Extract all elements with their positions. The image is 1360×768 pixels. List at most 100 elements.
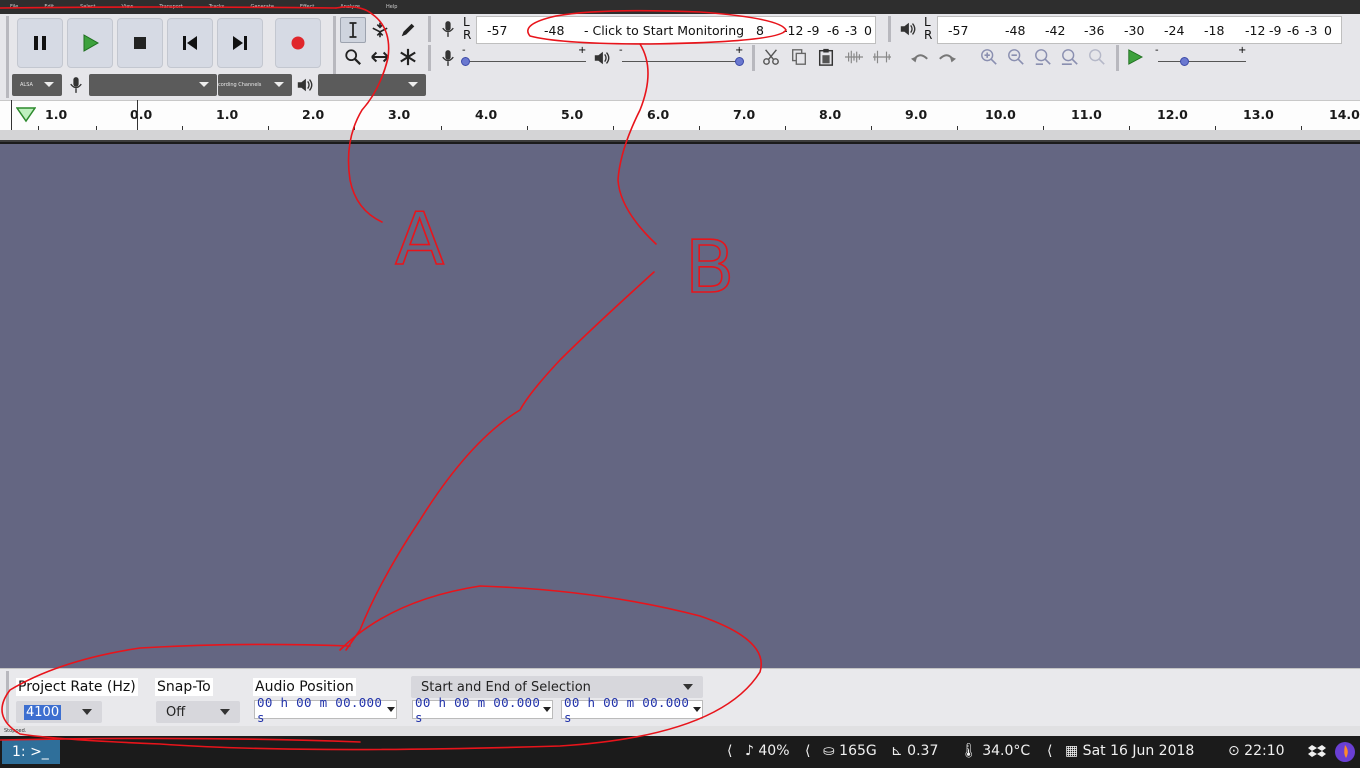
redo-button[interactable] bbox=[934, 44, 960, 70]
playback-meter-grip[interactable] bbox=[888, 16, 891, 42]
menu-generate[interactable]: Generate bbox=[251, 4, 274, 10]
paste-button[interactable] bbox=[813, 44, 839, 70]
menu-select[interactable]: Select bbox=[80, 4, 95, 10]
fit-project-button[interactable] bbox=[1057, 44, 1083, 70]
snap-to-select[interactable]: Off bbox=[156, 701, 240, 723]
recording-volume-thumb[interactable] bbox=[461, 57, 470, 66]
speaker-slider-min: - bbox=[619, 45, 623, 56]
zoom-toggle-button[interactable] bbox=[1084, 44, 1110, 70]
disk-indicator[interactable]: ⛀ 165G bbox=[823, 743, 877, 759]
chevron-left-icon: ⟨ bbox=[805, 743, 811, 759]
envelope-tool[interactable] bbox=[367, 17, 393, 43]
play-at-speed-grip[interactable] bbox=[1116, 45, 1119, 71]
meter-tick: -3 bbox=[845, 23, 858, 38]
play-speed-thumb[interactable] bbox=[1180, 57, 1189, 66]
play-at-speed-button[interactable] bbox=[1122, 44, 1148, 70]
start-monitoring-text[interactable]: - Click to Start Monitoring bbox=[584, 23, 744, 38]
tools-toolbar-grip[interactable] bbox=[333, 16, 336, 74]
multi-tool[interactable] bbox=[395, 44, 421, 70]
project-rate-select[interactable]: 4100 bbox=[16, 701, 102, 723]
meter-tick: -57 bbox=[487, 23, 508, 38]
menu-help[interactable]: Help bbox=[386, 4, 397, 10]
play-head-triangle-icon[interactable] bbox=[16, 107, 36, 123]
app-tray-icon[interactable] bbox=[1334, 741, 1356, 763]
selection-end-format-arrow[interactable] bbox=[692, 701, 702, 718]
playback-meter[interactable]: -57 -48 -42 -36 -30 -24 -18 -12 -9 -6 -3… bbox=[937, 16, 1342, 44]
zoom-out-button[interactable] bbox=[1003, 44, 1029, 70]
meter-tick: 8 bbox=[756, 23, 764, 38]
undo-icon bbox=[911, 54, 928, 63]
draw-tool[interactable] bbox=[395, 17, 421, 43]
workspace-button[interactable]: 1: >_ bbox=[2, 740, 60, 764]
fit-selection-button[interactable] bbox=[1030, 44, 1056, 70]
zoom-in-button[interactable] bbox=[976, 44, 1002, 70]
menu-edit[interactable]: Edit bbox=[44, 4, 54, 10]
recording-meter[interactable]: -57 -48 - Click to Start Monitoring 8 -1… bbox=[476, 16, 876, 44]
menu-effect[interactable]: Effect bbox=[300, 4, 314, 10]
selection-mode-value: Start and End of Selection bbox=[421, 679, 591, 695]
project-rate-value[interactable]: 4100 bbox=[24, 704, 62, 720]
selection-start-format-arrow[interactable] bbox=[542, 701, 552, 718]
status-bar: Stopped. bbox=[0, 726, 1360, 736]
ruler-label: 1.0 bbox=[216, 107, 239, 122]
scissors-icon bbox=[763, 49, 779, 65]
playback-meter-speaker[interactable] bbox=[895, 16, 921, 42]
selection-toolbar-grip[interactable] bbox=[6, 671, 9, 723]
temperature-indicator[interactable]: 🌡 34.0°C bbox=[960, 743, 1030, 759]
silence-audio-button[interactable] bbox=[869, 44, 895, 70]
track-panel[interactable] bbox=[0, 144, 1360, 668]
date-indicator[interactable]: ▦ Sat 16 Jun 2018 bbox=[1065, 743, 1194, 759]
selection-start-time[interactable]: 00 h 00 m 00.000 s bbox=[412, 695, 553, 725]
play-button[interactable] bbox=[67, 18, 113, 68]
copy-button[interactable] bbox=[786, 44, 812, 70]
undo-button[interactable] bbox=[907, 44, 933, 70]
skip-to-end-button[interactable] bbox=[217, 18, 263, 68]
playback-volume-slider[interactable] bbox=[622, 61, 740, 62]
zoom-tool[interactable] bbox=[340, 44, 366, 70]
recording-volume-mic bbox=[435, 45, 461, 71]
cut-button[interactable] bbox=[758, 44, 784, 70]
menu-transport[interactable]: Transport bbox=[159, 4, 182, 10]
recording-channels-select[interactable]: cording Channels bbox=[218, 74, 292, 96]
selection-end-time[interactable]: 00 h 00 m 00.000 s bbox=[561, 695, 703, 725]
audio-host-value: ALSA bbox=[20, 82, 33, 88]
recording-volume-slider[interactable] bbox=[466, 61, 586, 62]
meter-tick: -12 bbox=[1245, 23, 1266, 38]
playback-volume-thumb[interactable] bbox=[735, 57, 744, 66]
ruler-scrub-strip[interactable] bbox=[0, 130, 1360, 142]
mixer-toolbar-grip[interactable] bbox=[428, 45, 431, 71]
ruler-origin-tick bbox=[137, 100, 138, 130]
workspace-label: 1: >_ bbox=[12, 744, 49, 760]
record-button[interactable] bbox=[275, 18, 321, 68]
audio-position-format-arrow[interactable] bbox=[386, 701, 396, 718]
volume-indicator[interactable]: ♪ 40% bbox=[745, 743, 790, 759]
dropbox-icon[interactable] bbox=[1308, 744, 1326, 760]
audacity-window: File Edit Select View Transport Tracks G… bbox=[0, 0, 1360, 768]
menu-file[interactable]: File bbox=[10, 4, 18, 10]
menu-view[interactable]: View bbox=[122, 4, 134, 10]
output-device-speaker bbox=[292, 72, 318, 98]
menu-analyze[interactable]: Analyze bbox=[340, 4, 360, 10]
chevron-left-icon: ⟨ bbox=[727, 743, 733, 759]
edit-toolbar-grip[interactable] bbox=[752, 45, 755, 71]
pause-button[interactable] bbox=[17, 18, 63, 68]
load-indicator[interactable]: ⊾ 0.37 bbox=[891, 743, 938, 759]
device-toolbar-grip[interactable] bbox=[6, 74, 9, 98]
selection-tool[interactable] bbox=[340, 17, 366, 43]
time-shift-tool[interactable] bbox=[367, 44, 393, 70]
recording-meter-grip[interactable] bbox=[428, 16, 431, 42]
trim-audio-button[interactable] bbox=[841, 44, 867, 70]
recording-meter-mic[interactable] bbox=[435, 16, 461, 42]
transport-toolbar-grip[interactable] bbox=[6, 16, 9, 74]
skip-to-start-button[interactable] bbox=[167, 18, 213, 68]
output-device-select[interactable] bbox=[318, 74, 426, 96]
timeline-ruler[interactable]: 1.0 0.0 1.0 2.0 3.0 4.0 5.0 6.0 7.0 8.0 … bbox=[0, 100, 1360, 130]
clock-indicator[interactable]: ⊙ 22:10 bbox=[1228, 743, 1285, 759]
input-device-select[interactable] bbox=[89, 74, 217, 96]
stop-button[interactable] bbox=[117, 18, 163, 68]
audio-host-select[interactable]: ALSA bbox=[12, 74, 62, 96]
menu-tracks[interactable]: Tracks bbox=[209, 4, 225, 10]
play-speed-slider[interactable] bbox=[1158, 61, 1246, 62]
audio-position-time[interactable]: 00 h 00 m 00.000 s bbox=[254, 695, 397, 725]
copy-icon bbox=[792, 49, 806, 65]
